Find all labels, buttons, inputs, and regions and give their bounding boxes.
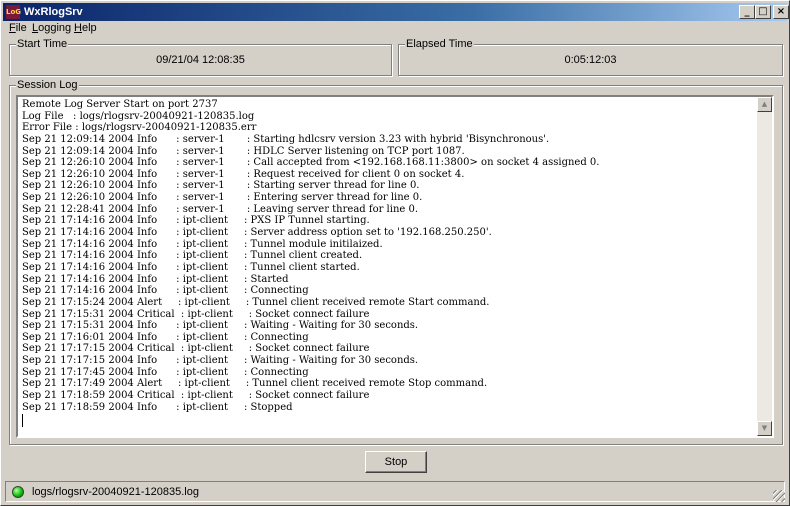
start-time-group: Start Time 09/21/04 12:08:35	[9, 37, 392, 76]
log-line: Sep 21 17:17:49 2004 Alert : ipt-client …	[22, 378, 488, 390]
minimize-button[interactable]: _	[739, 5, 755, 19]
log-line: Sep 21 17:14:16 2004 Info : ipt-client :…	[22, 250, 363, 262]
log-line: Sep 21 12:26:10 2004 Info : server-1 : R…	[22, 168, 465, 180]
main-window: LoG WxRlogSrv _ □ × File Logging Help St…	[0, 0, 790, 506]
maximize-icon: □	[758, 6, 768, 17]
minimize-icon: _	[744, 6, 750, 17]
menu-file[interactable]: File	[9, 22, 27, 35]
log-line: Sep 21 17:14:16 2004 Info : ipt-client :…	[22, 238, 383, 250]
log-line: Error File : logs/rlogsrv-20040921-12083…	[22, 122, 257, 134]
log-line: Log File : logs/rlogsrv-20040921-120835.…	[22, 110, 255, 122]
log-line: Sep 21 12:28:41 2004 Info : server-1 : L…	[22, 203, 419, 215]
close-icon: ×	[776, 6, 786, 17]
log-scrollbar[interactable]: ▲ ▼	[757, 97, 772, 436]
log-line: Sep 21 17:18:59 2004 Critical : ipt-clie…	[22, 390, 370, 402]
log-line: Sep 21 12:26:10 2004 Info : server-1 : S…	[22, 180, 420, 192]
window-title: WxRlogSrv	[24, 6, 83, 18]
log-lines: Remote Log Server Start on port 2737 Log …	[22, 99, 757, 413]
scroll-down-icon: ▼	[761, 424, 768, 432]
resize-grip[interactable]	[773, 490, 785, 502]
status-log-file: logs/rlogsrv-20040921-120835.log	[32, 486, 199, 498]
session-log-textarea[interactable]: Remote Log Server Start on port 2737 Log …	[16, 95, 774, 438]
start-time-value: 09/21/04 12:08:35	[156, 54, 245, 66]
title-bar[interactable]: LoG WxRlogSrv _ □ ×	[3, 3, 789, 21]
log-line: Sep 21 12:09:14 2004 Info : server-1 : H…	[22, 145, 465, 157]
stop-button[interactable]: Stop	[365, 451, 427, 473]
status-panel: logs/rlogsrv-20040921-120835.log	[5, 481, 785, 502]
log-line: Sep 21 17:14:16 2004 Info : ipt-client :…	[22, 215, 370, 227]
log-line: Sep 21 17:14:16 2004 Info : ipt-client :…	[22, 261, 360, 273]
log-line: Sep 21 17:14:16 2004 Info : ipt-client :…	[22, 273, 289, 285]
log-line: Sep 21 17:17:15 2004 Info : ipt-client :…	[22, 355, 419, 367]
status-led-icon	[12, 486, 24, 498]
status-bar: logs/rlogsrv-20040921-120835.log	[3, 479, 787, 504]
log-line: Sep 21 17:18:59 2004 Info : ipt-client :…	[22, 401, 293, 413]
elapsed-time-value: 0:05:12:03	[564, 54, 617, 66]
log-line: Sep 21 12:09:14 2004 Info : server-1 : S…	[22, 133, 550, 145]
log-line: Sep 21 17:14:16 2004 Info : ipt-client :…	[22, 285, 309, 297]
log-line: Sep 21 17:15:31 2004 Critical : ipt-clie…	[22, 308, 370, 320]
log-line: Sep 21 17:17:15 2004 Critical : ipt-clie…	[22, 343, 370, 355]
menu-logging[interactable]: Logging	[32, 22, 71, 35]
scroll-up-button[interactable]: ▲	[757, 97, 772, 112]
elapsed-time-group: Elapsed Time 0:05:12:03	[398, 37, 783, 76]
log-line: Sep 21 17:15:31 2004 Info : ipt-client :…	[22, 320, 419, 332]
log-line: Sep 21 17:16:01 2004 Info : ipt-client :…	[22, 331, 309, 343]
scroll-up-icon: ▲	[761, 100, 768, 108]
menu-bar: File Logging Help	[3, 21, 787, 36]
log-line: Sep 21 12:26:10 2004 Info : server-1 : E…	[22, 192, 423, 204]
log-line: Sep 21 17:17:45 2004 Info : ipt-client :…	[22, 366, 309, 378]
log-line: Remote Log Server Start on port 2737	[22, 99, 218, 110]
session-log-label: Session Log	[16, 78, 79, 92]
menu-help[interactable]: Help	[74, 22, 97, 35]
close-button[interactable]: ×	[773, 5, 789, 19]
log-line: Sep 21 17:15:24 2004 Alert : ipt-client …	[22, 296, 490, 308]
log-line: Sep 21 12:26:10 2004 Info : server-1 : C…	[22, 157, 600, 169]
app-icon[interactable]: LoG	[6, 5, 21, 19]
scroll-down-button[interactable]: ▼	[757, 421, 772, 436]
maximize-button[interactable]: □	[755, 5, 771, 19]
log-line: Sep 21 17:14:16 2004 Info : ipt-client :…	[22, 227, 492, 239]
text-caret	[22, 414, 23, 427]
